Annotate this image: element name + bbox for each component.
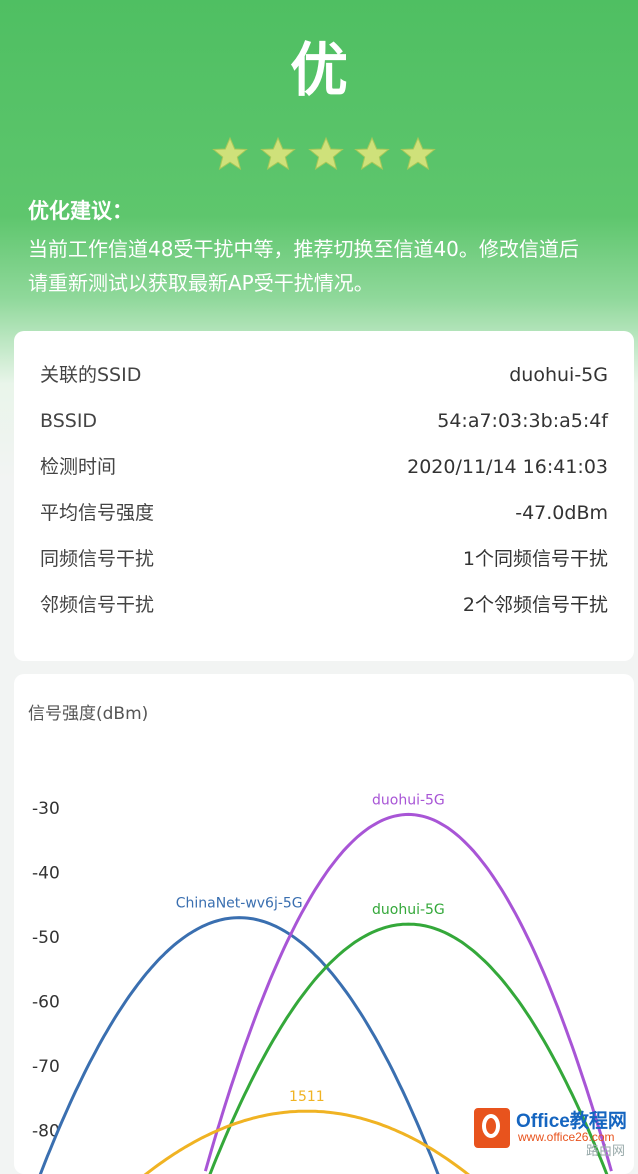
info-row-cochannel: 同频信号干扰 1个同频信号干扰 <box>40 542 608 576</box>
star-icon <box>308 136 344 171</box>
star-icon <box>212 136 248 171</box>
info-row-bssid: BSSID 54:a7:03:3b:a5:4f <box>40 404 608 438</box>
series-label: duohui-5G <box>372 792 445 808</box>
signal-chart: -30-40-50-60-70-80ChinaNet-wv6j-5Gduohui… <box>32 792 613 1174</box>
info-row-ssid: 关联的SSID duohui-5G <box>40 358 608 392</box>
info-card: 关联的SSID duohui-5G BSSID 54:a7:03:3b:a5:4… <box>14 331 634 661</box>
info-row-avg-signal: 平均信号强度 -47.0dBm <box>40 496 608 530</box>
advice-text: 当前工作信道48受干扰中等，推荐切换至信道40。修改信道后 请重新测试以获取最新… <box>28 232 618 300</box>
info-value: 2个邻频信号干扰 <box>462 594 608 616</box>
info-row-adjacent: 邻频信号干扰 2个邻频信号干扰 <box>40 588 608 622</box>
info-value: duohui-5G <box>509 364 608 386</box>
info-value: 1个同频信号干扰 <box>462 548 608 570</box>
star-icon <box>260 136 296 171</box>
office-logo-icon <box>474 1108 510 1148</box>
info-label: BSSID <box>40 410 98 432</box>
info-label: 平均信号强度 <box>40 502 155 524</box>
advice-title: 优化建议： <box>28 199 133 223</box>
info-value: -47.0dBm <box>515 502 608 524</box>
series-label: ChinaNet-wv6j-5G <box>176 896 303 912</box>
info-value: 2020/11/14 16:41:03 <box>407 456 608 478</box>
watermark-logo: Office教程网 www.office26.com 路由网 <box>470 1104 638 1159</box>
series-line <box>38 916 440 1174</box>
info-label: 同频信号干扰 <box>40 548 155 570</box>
star-icon <box>354 136 390 171</box>
info-label: 关联的SSID <box>40 364 142 386</box>
advice-line: 当前工作信道48受干扰中等，推荐切换至信道40。修改信道后 <box>28 237 579 261</box>
rating-stars <box>212 136 442 176</box>
signal-grade: 优 <box>289 36 348 104</box>
y-tick-label: -40 <box>32 864 60 884</box>
series-label: duohui-5G <box>372 902 445 918</box>
series-line <box>143 1109 471 1174</box>
y-tick-label: -60 <box>32 993 60 1013</box>
watermark-brand: Office教程网 <box>516 1111 627 1132</box>
info-label: 检测时间 <box>40 456 117 478</box>
info-row-time: 检测时间 2020/11/14 16:41:03 <box>40 450 608 484</box>
info-value: 54:a7:03:3b:a5:4f <box>437 410 608 432</box>
info-label: 邻频信号干扰 <box>40 594 155 616</box>
y-tick-label: -70 <box>32 1057 60 1077</box>
y-tick-label: -50 <box>32 928 60 948</box>
advice-line: 请重新测试以获取最新AP受干扰情况。 <box>28 271 374 295</box>
signal-chart-card: 信号强度(dBm) -30 -40 -50 -60 -70 -80 ChinaNet-wv6… <box>14 674 634 1174</box>
series-label: 1511 <box>289 1089 325 1105</box>
y-tick-label: -30 <box>32 799 60 819</box>
watermark-extra: 路由网 <box>586 1144 626 1159</box>
star-icon <box>400 136 436 171</box>
